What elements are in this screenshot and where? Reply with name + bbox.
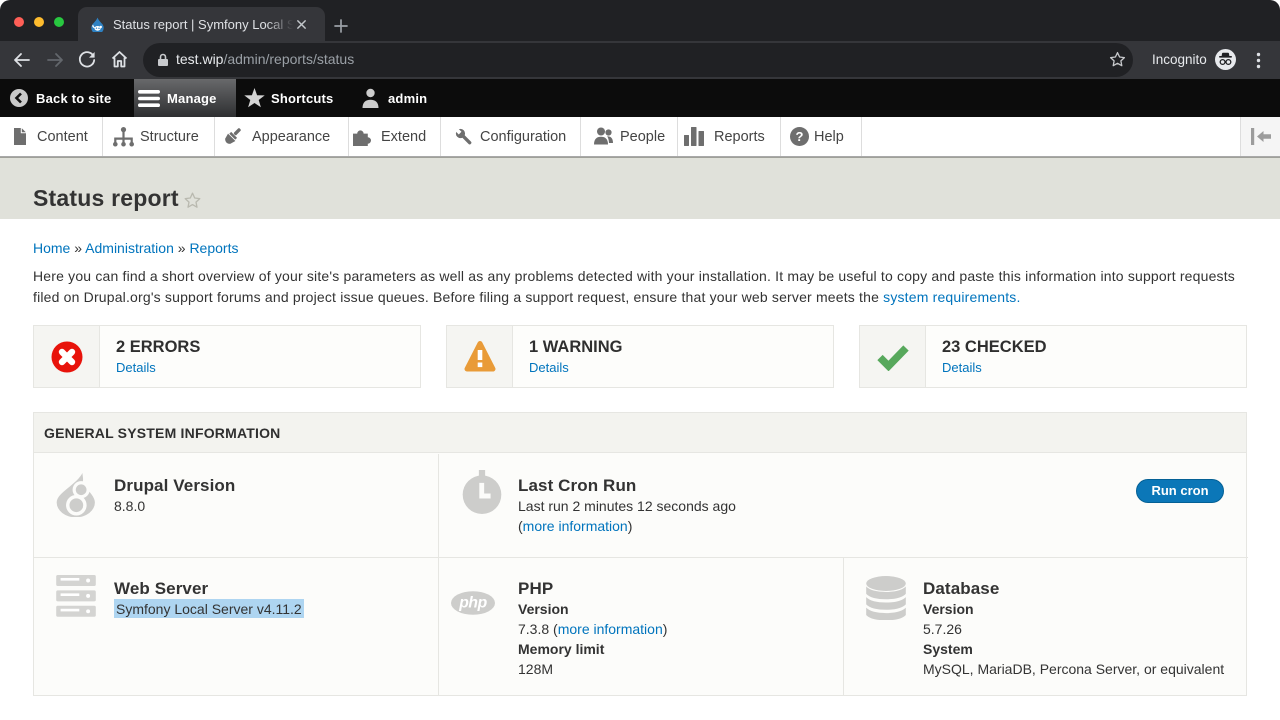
svg-text:?: ?: [796, 129, 804, 144]
svg-text:php: php: [458, 595, 487, 612]
